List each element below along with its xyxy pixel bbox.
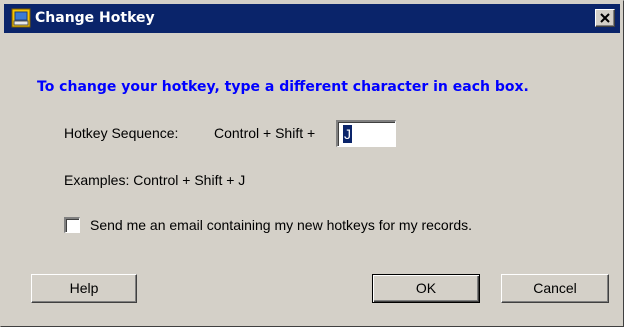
help-button[interactable]: Help: [31, 274, 137, 303]
examples-text: Examples: Control + Shift + J: [64, 172, 246, 188]
close-button[interactable]: [595, 9, 615, 27]
email-checkbox[interactable]: [64, 217, 80, 233]
app-icon: [11, 8, 31, 28]
title-bar[interactable]: Change Hotkey: [4, 4, 620, 33]
hotkey-sequence-prefix: Control + Shift +: [214, 125, 316, 141]
instruction-text: To change your hotkey, type a different …: [37, 79, 529, 95]
email-checkbox-label[interactable]: Send me an email containing my new hotke…: [90, 217, 472, 233]
hotkey-sequence-label: Hotkey Sequence:: [64, 125, 179, 141]
cancel-button[interactable]: Cancel: [501, 274, 609, 303]
close-icon: [600, 13, 610, 23]
change-hotkey-dialog: Change Hotkey To change your hotkey, typ…: [0, 0, 624, 327]
hotkey-input[interactable]: J: [336, 120, 396, 147]
window-title: Change Hotkey: [35, 10, 155, 26]
ok-button[interactable]: OK: [372, 274, 480, 303]
hotkey-input-value: J: [343, 125, 352, 143]
